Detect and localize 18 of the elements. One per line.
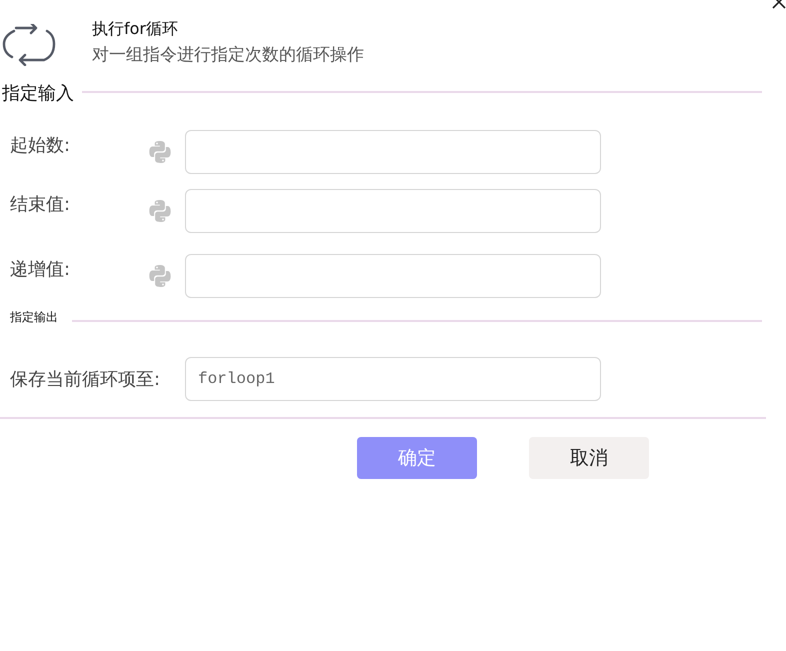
field-label: 递增值: xyxy=(10,258,72,282)
python-icon xyxy=(148,264,172,288)
text-field[interactable] xyxy=(185,189,601,233)
dialog-title: 执行for循环 xyxy=(92,18,179,40)
text-field[interactable] xyxy=(185,130,601,174)
text-field[interactable] xyxy=(185,254,601,298)
python-icon xyxy=(148,199,172,223)
section-heading: 指定输入 xyxy=(2,82,74,106)
field-label: 结束值: xyxy=(10,193,72,217)
python-icon xyxy=(148,140,172,164)
close-icon[interactable] xyxy=(772,0,786,9)
dialog-description: 对一组指令进行指定次数的循环操作 xyxy=(92,44,364,67)
text-field[interactable]: forloop1 xyxy=(185,357,601,401)
loop-icon xyxy=(2,24,56,66)
field-label: 保存当前循环项至: xyxy=(10,368,162,392)
cancel-button[interactable]: 取消 xyxy=(529,437,649,479)
field-label: 起始数: xyxy=(10,134,72,158)
section-heading: 指定输出 xyxy=(10,309,58,326)
